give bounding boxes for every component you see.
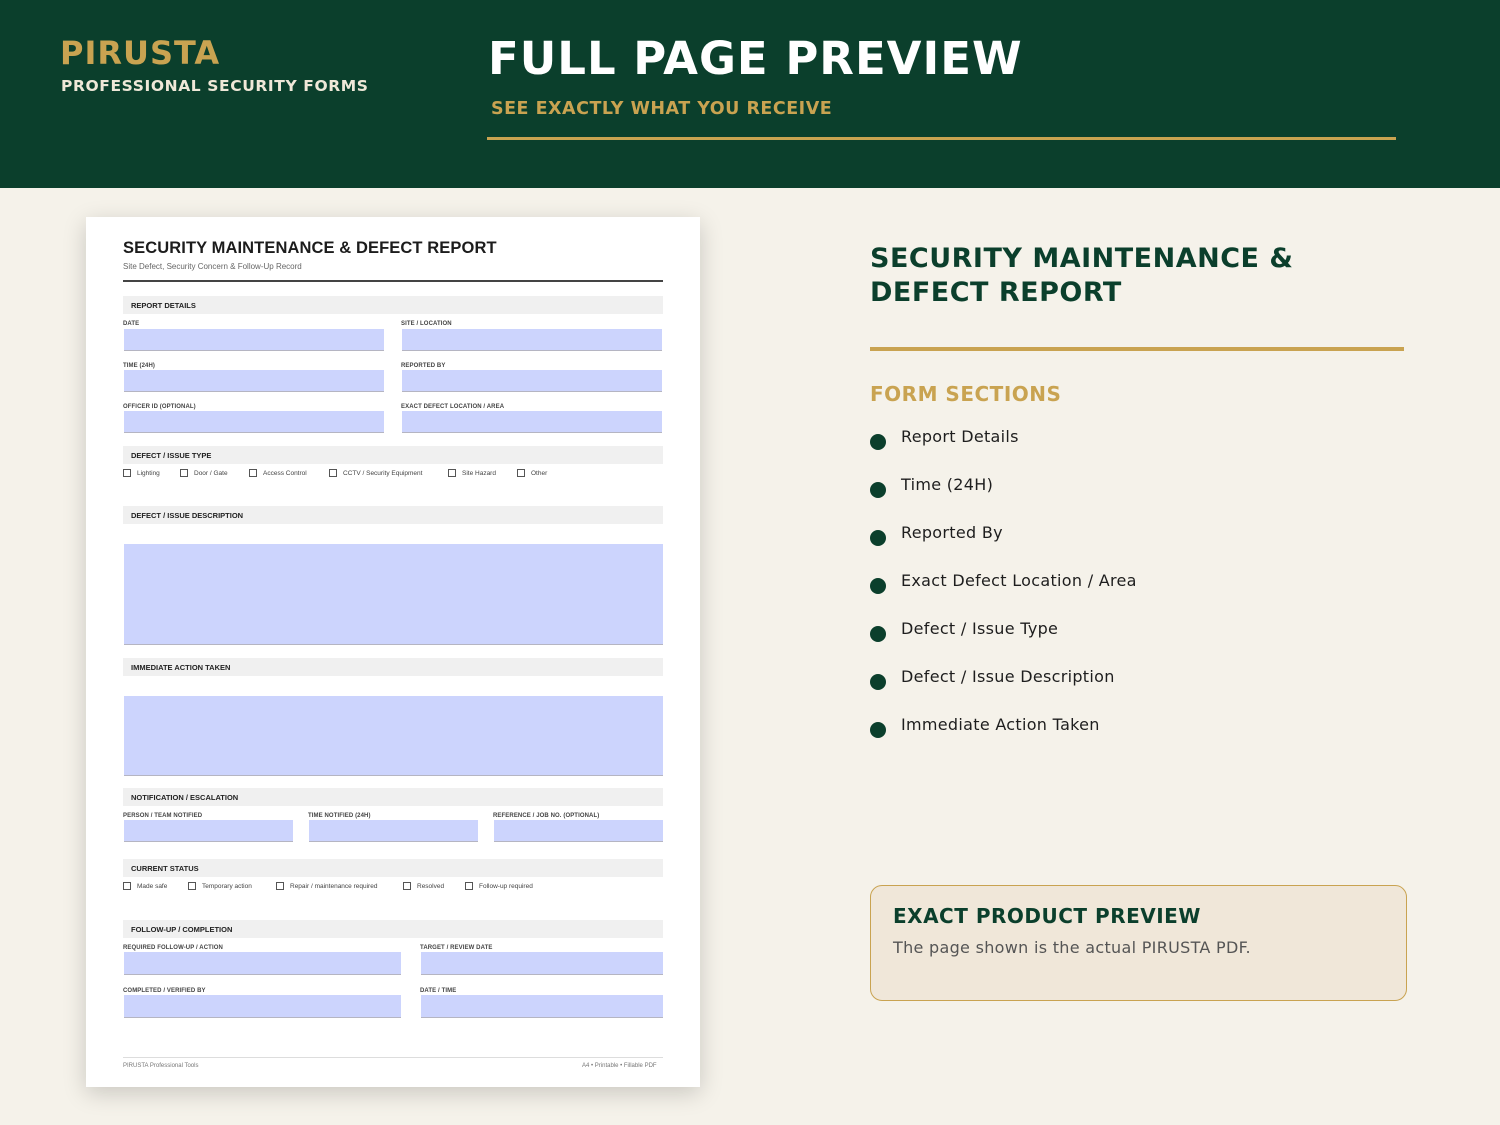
checkbox-temporary-action[interactable]: Temporary action — [188, 882, 252, 890]
reference-field[interactable] — [494, 820, 663, 842]
completed-by-field[interactable] — [124, 995, 401, 1018]
form-footer-brand: PIRUSTA Professional Tools — [123, 1063, 199, 1069]
section-heading: IMMEDIATE ACTION TAKEN — [131, 663, 231, 672]
checkbox-site-hazard[interactable]: Site Hazard — [448, 469, 496, 477]
time-field[interactable] — [124, 370, 384, 392]
checkbox-access-control[interactable]: Access Control — [249, 469, 307, 477]
bullet-dot-icon — [870, 578, 886, 594]
required-followup-field[interactable] — [124, 952, 401, 975]
description-textarea[interactable] — [124, 544, 663, 645]
section-heading: NOTIFICATION / ESCALATION — [131, 793, 239, 802]
checkbox-lighting[interactable]: Lighting — [123, 469, 160, 477]
section-heading: DEFECT / ISSUE DESCRIPTION — [131, 511, 244, 520]
section-follow-up: FOLLOW-UP / COMPLETION — [123, 920, 663, 938]
immediate-action-textarea[interactable] — [124, 696, 663, 776]
brand-logo-text: PIRUSTA — [60, 34, 221, 72]
checkbox-resolved[interactable]: Resolved — [403, 882, 444, 890]
callout-title: EXACT PRODUCT PREVIEW — [893, 904, 1201, 928]
section-description: DEFECT / ISSUE DESCRIPTION — [123, 506, 663, 524]
checkbox-icon — [180, 469, 188, 477]
checkbox-icon — [465, 882, 473, 890]
bullet-dot-icon — [870, 434, 886, 450]
field-label-officer-id: OFFICER ID (OPTIONAL) — [123, 404, 196, 410]
exact-preview-callout: EXACT PRODUCT PREVIEW The page shown is … — [870, 885, 1407, 1001]
officer-id-field[interactable] — [124, 411, 384, 433]
checkbox-repair-required[interactable]: Repair / maintenance required — [276, 882, 377, 890]
form-footer-format: A4 • Printable • Fillable PDF — [582, 1063, 657, 1069]
reported-by-field[interactable] — [402, 370, 662, 392]
bullet-dot-icon — [870, 674, 886, 690]
bullet-dot-icon — [870, 530, 886, 546]
form-title-divider — [123, 280, 663, 282]
section-current-status: CURRENT STATUS — [123, 859, 663, 877]
field-label-target-date: TARGET / REVIEW DATE — [420, 945, 493, 951]
checkbox-cctv[interactable]: CCTV / Security Equipment — [329, 469, 422, 477]
field-label-required-followup: REQUIRED FOLLOW-UP / ACTION — [123, 945, 223, 951]
checkbox-icon — [517, 469, 525, 477]
section-heading: FOLLOW-UP / COMPLETION — [131, 925, 233, 934]
checkbox-other[interactable]: Other — [517, 469, 547, 477]
target-date-field[interactable] — [421, 952, 663, 975]
header-banner: PIRUSTA PROFESSIONAL SECURITY FORMS FULL… — [0, 0, 1500, 188]
section-report-details: REPORT DETAILS — [123, 296, 663, 314]
product-title: SECURITY MAINTENANCE & DEFECT REPORT — [870, 243, 1294, 308]
form-preview-page: SECURITY MAINTENANCE & DEFECT REPORT Sit… — [86, 217, 700, 1087]
section-notification: NOTIFICATION / ESCALATION — [123, 788, 663, 806]
bullet-dot-icon — [870, 722, 886, 738]
header-divider — [487, 137, 1396, 140]
page-title: FULL PAGE PREVIEW — [488, 32, 1023, 85]
checkbox-icon — [276, 882, 284, 890]
product-title-divider — [870, 347, 1404, 351]
checkbox-door-gate[interactable]: Door / Gate — [180, 469, 228, 477]
checkbox-made-safe[interactable]: Made safe — [123, 882, 167, 890]
checkbox-icon — [448, 469, 456, 477]
bullet-dot-icon — [870, 626, 886, 642]
field-label-time: TIME (24H) — [123, 363, 156, 369]
checkbox-icon — [123, 469, 131, 477]
field-label-date-time: DATE / TIME — [420, 988, 457, 994]
checkbox-icon — [403, 882, 411, 890]
form-sections-heading: FORM SECTIONS — [870, 382, 1062, 406]
section-heading: REPORT DETAILS — [131, 301, 196, 310]
page-subtitle: SEE EXACTLY WHAT YOU RECEIVE — [491, 99, 833, 119]
site-location-field[interactable] — [402, 329, 662, 351]
field-label-reference: REFERENCE / JOB NO. (OPTIONAL) — [493, 813, 600, 819]
checkbox-icon — [123, 882, 131, 890]
date-time-field[interactable] — [421, 995, 663, 1018]
field-label-person-notified: PERSON / TEAM NOTIFIED — [123, 813, 203, 819]
form-subtitle: Site Defect, Security Concern & Follow-U… — [123, 262, 302, 271]
field-label-reported-by: REPORTED BY — [401, 363, 446, 369]
form-title: SECURITY MAINTENANCE & DEFECT REPORT — [123, 239, 497, 257]
bullet-dot-icon — [870, 482, 886, 498]
section-immediate-action: IMMEDIATE ACTION TAKEN — [123, 658, 663, 676]
field-label-date: DATE — [123, 321, 140, 327]
checkbox-icon — [329, 469, 337, 477]
section-heading: CURRENT STATUS — [131, 864, 199, 873]
time-notified-field[interactable] — [309, 820, 478, 842]
checkbox-icon — [188, 882, 196, 890]
section-issue-type: DEFECT / ISSUE TYPE — [123, 446, 663, 464]
person-notified-field[interactable] — [124, 820, 293, 842]
callout-text: The page shown is the actual PIRUSTA PDF… — [893, 938, 1251, 957]
checkbox-follow-up-required[interactable]: Follow-up required — [465, 882, 533, 890]
checkbox-icon — [249, 469, 257, 477]
form-footer-divider — [123, 1057, 663, 1058]
field-label-location: EXACT DEFECT LOCATION / AREA — [401, 404, 505, 410]
date-field[interactable] — [124, 329, 384, 351]
brand-tagline: PROFESSIONAL SECURITY FORMS — [61, 77, 369, 95]
field-label-completed-by: COMPLETED / VERIFIED BY — [123, 988, 206, 994]
field-label-time-notified: TIME NOTIFIED (24H) — [308, 813, 371, 819]
defect-location-field[interactable] — [402, 411, 662, 433]
field-label-site: SITE / LOCATION — [401, 321, 452, 327]
section-heading: DEFECT / ISSUE TYPE — [131, 451, 212, 460]
